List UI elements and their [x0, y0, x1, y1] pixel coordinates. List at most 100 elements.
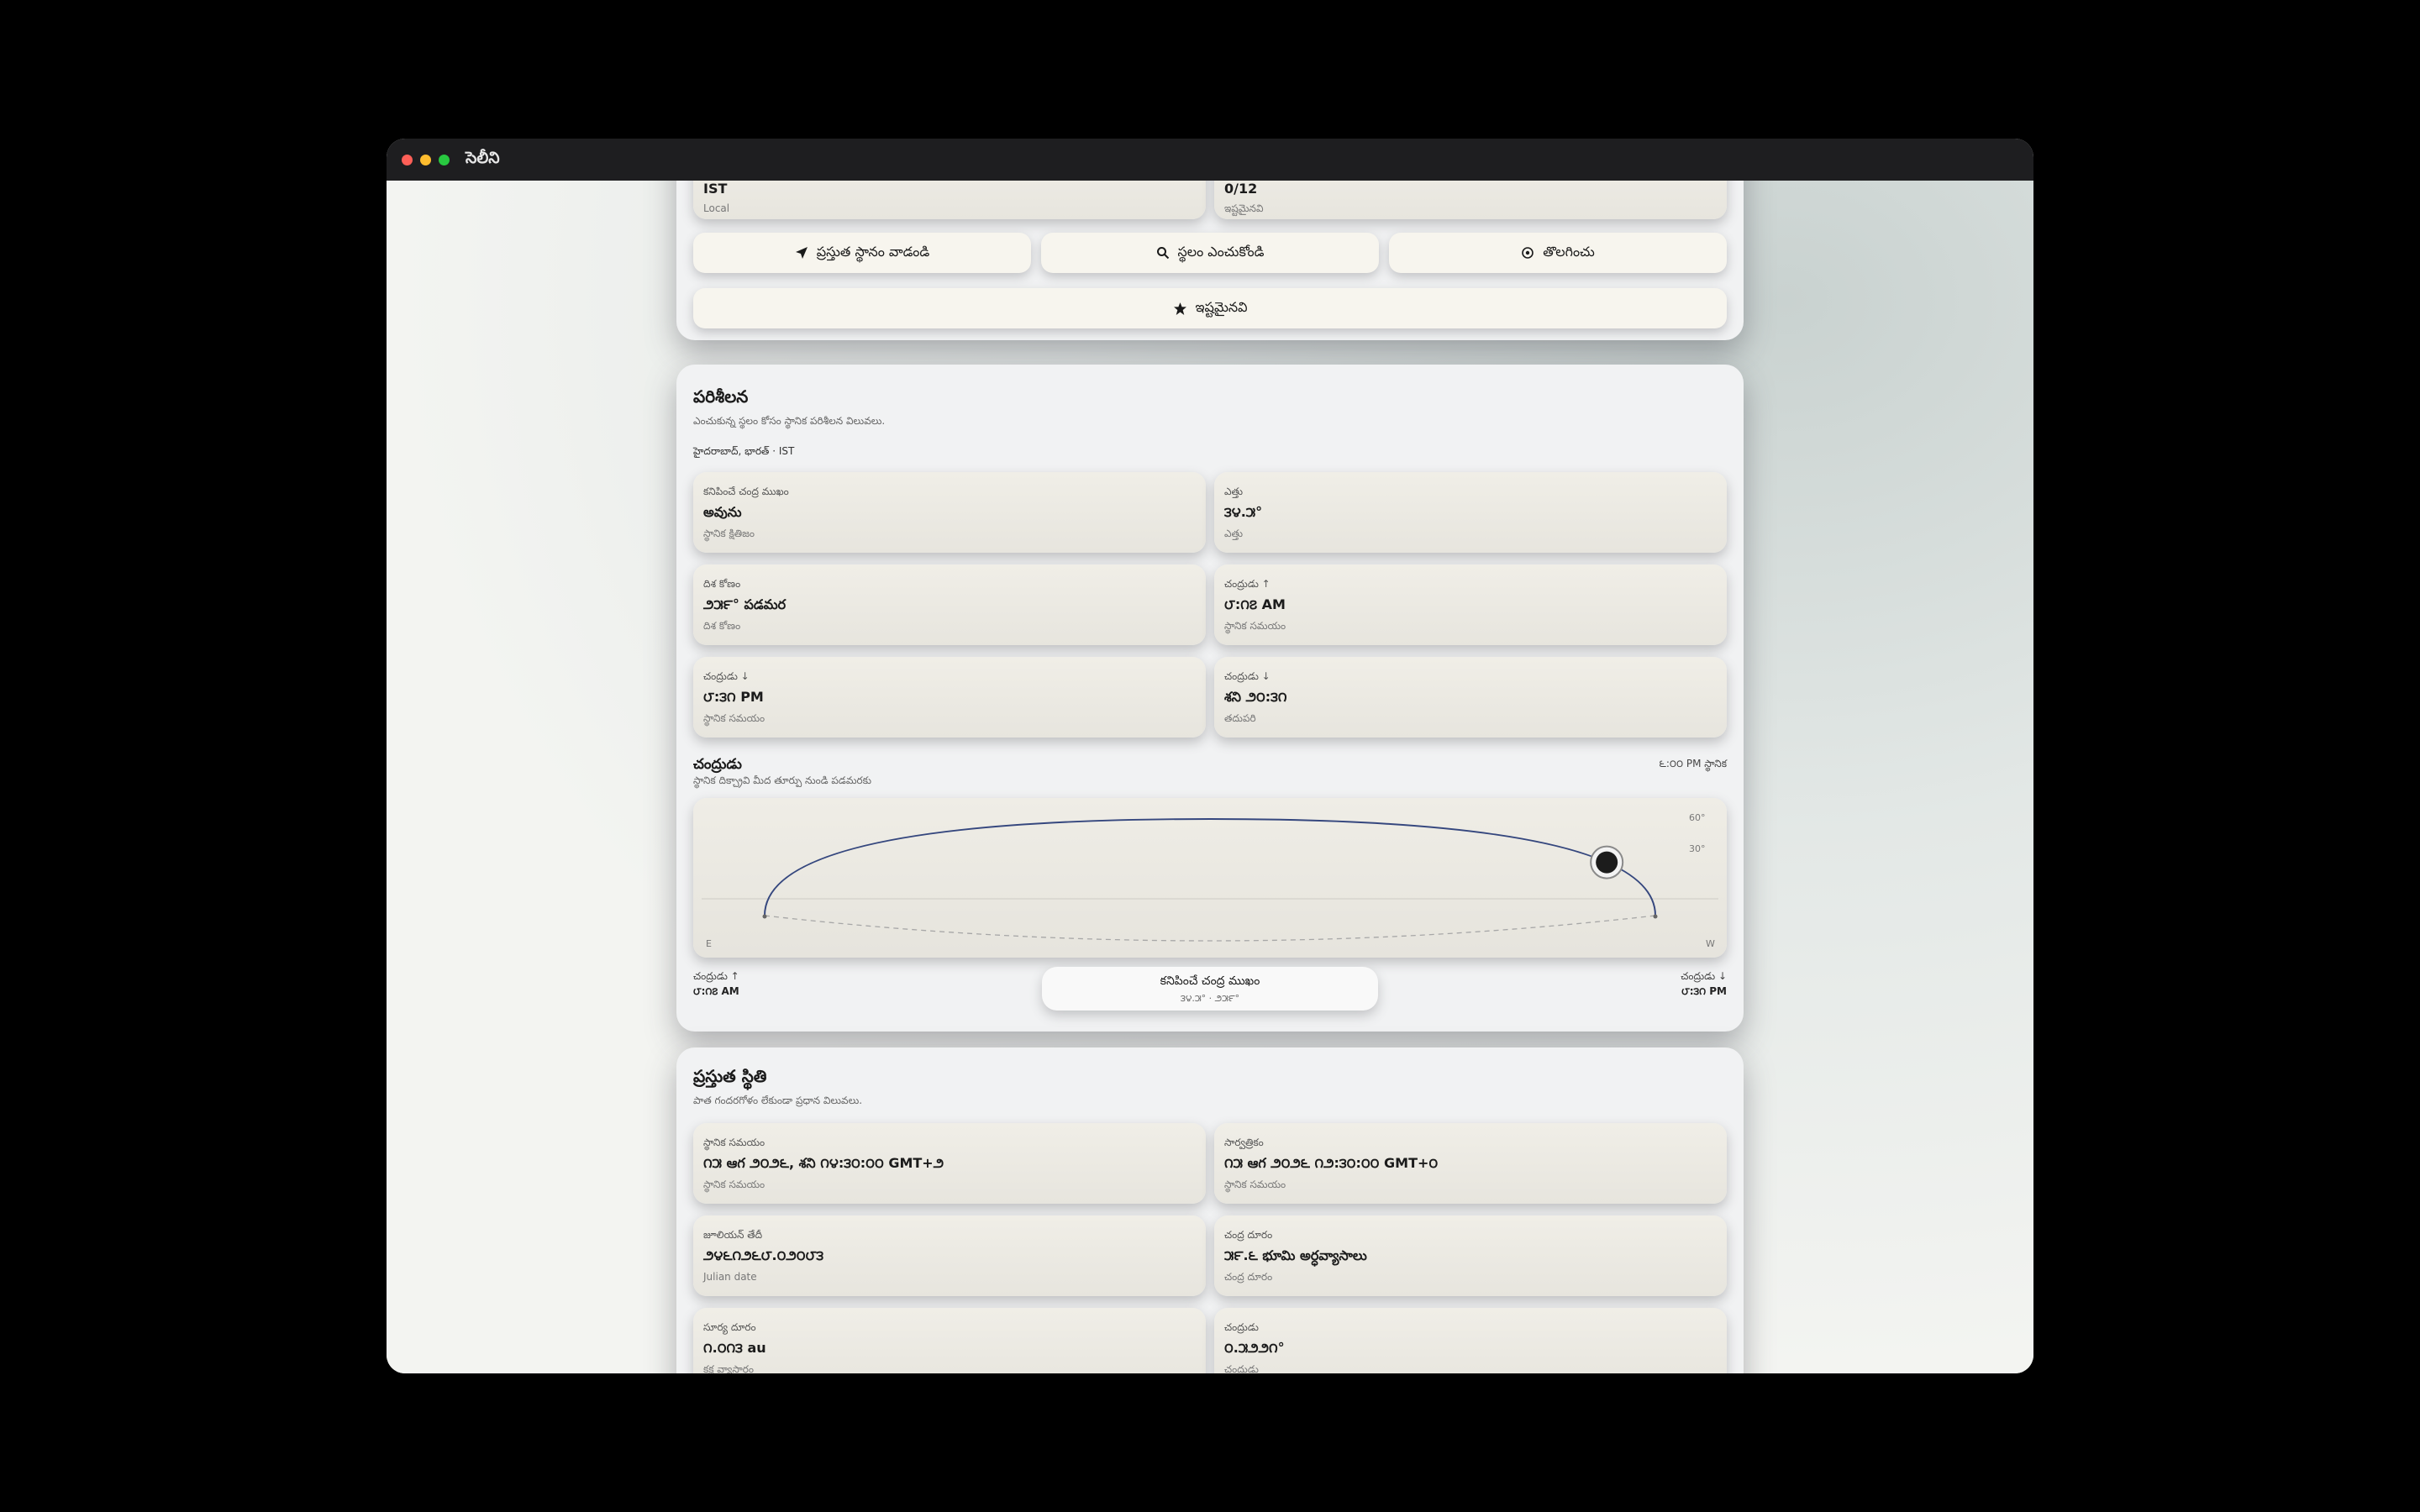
moon-path-arc	[764, 817, 1656, 916]
obs-card-value: శని ౨౦:౩౧	[1224, 689, 1287, 705]
pill-value: ౩౪.౫° · ౨౫౯°	[1180, 993, 1240, 1004]
favorites-label: ఇష్టమైనవి	[1195, 298, 1248, 315]
location-panel: IST Local 0/12 ఇష్టమైనవి ప్రస్తుత స్థానం…	[676, 181, 1744, 340]
search-icon	[1156, 247, 1169, 260]
current-subtitle: పాత గందరగోళం లేకుండా ప్రధాన విలువలు.	[693, 1095, 863, 1106]
status-card-universal: సార్వత్రికం ౧౫ ఆగ ౨౦౨౬ ౧౨:౩౦:౦౦ GMT+౦ స్…	[1214, 1123, 1727, 1204]
close-window-button[interactable]	[402, 154, 413, 165]
visible-phase-pill[interactable]: కనిపించే చంద్ర ముఖం ౩౪.౫° · ౨౫౯°	[1042, 967, 1378, 1011]
status-card-value: ౫౯.౬ భూమి అర్ధవ్యాసాలు	[1224, 1247, 1367, 1263]
timezone-sub: Local	[703, 202, 730, 214]
title-bar: సెలీని	[387, 139, 2033, 181]
moon-chart-time: ౬:౦౦ PM స్థానిక	[1659, 758, 1727, 769]
status-card-sub: స్థానిక సమయం	[1224, 1179, 1286, 1190]
use-current-location-button[interactable]: ప్రస్తుత స్థానం వాడండి	[693, 233, 1031, 273]
moon-chart-subtitle: స్థానిక దిక్చ్రావి మీద తూర్పు నుండి పడమర…	[693, 774, 872, 786]
obs-card-label: ఎత్తు	[1224, 486, 1244, 497]
minimize-window-button[interactable]	[420, 154, 431, 165]
rise-time: ౮:౧౭ AM	[693, 985, 739, 997]
window-title: సెలీని	[466, 148, 500, 167]
timezone-value: IST	[703, 181, 728, 197]
moon-chart-title: చంద్రుడు	[693, 756, 742, 773]
status-card-local-time: స్థానిక సమయం ౧౫ ఆగ ౨౦౨౬, శని ౧౪:౩౦:౦౦ GM…	[693, 1123, 1206, 1204]
status-card-sun-distance: సూర్య దూరం ౧.౦౧౩ au కక్ష వ్యాసార్థం	[693, 1308, 1206, 1373]
scroll-content[interactable]: IST Local 0/12 ఇష్టమైనవి ప్రస్తుత స్థానం…	[387, 181, 2033, 1373]
obs-card-next-moonset: చంద్రుడు ↓ శని ౨౦:౩౧ తదుపరి	[1214, 657, 1727, 738]
obs-card-label: చంద్రుడు ↑	[1224, 578, 1270, 590]
choose-location-button[interactable]: స్థలం ఎంచుకోండి	[1041, 233, 1379, 273]
moon-marker[interactable]	[1596, 851, 1618, 874]
status-card-sub: చంద్రుడు	[1224, 1363, 1259, 1373]
status-card-label: సార్వత్రికం	[1224, 1137, 1264, 1148]
observation-panel: పరిశీలన ఎంచుకున్న స్థలం కోసం స్థానిక పరి…	[676, 365, 1744, 1032]
status-card-value: ౧౫ ఆగ ౨౦౨౬ ౧౨:౩౦:౦౦ GMT+౦	[1224, 1155, 1439, 1171]
status-card-value: ౨౪౬౧౨౬౮.౦౨౦౮౩	[703, 1247, 824, 1263]
zoom-window-button[interactable]	[439, 154, 450, 165]
tick-30-label: 30°	[1689, 843, 1706, 854]
location-arrow-icon	[795, 247, 808, 259]
obs-card-value: ౨౫౯° పడమర	[703, 596, 786, 612]
status-card-value: ౧౫ ఆగ ౨౦౨౬, శని ౧౪:౩౦:౦౦ GMT+౨	[703, 1155, 944, 1171]
obs-card-value: ౮:౧౭ AM	[1224, 596, 1286, 612]
below-horizon-path	[764, 915, 1656, 942]
remove-label: తొలగించు	[1543, 243, 1595, 260]
rise-label: చంద్రుడు ↑	[693, 970, 739, 982]
status-card-moon: చంద్రుడు ౦.౫౨౨౧° చంద్రుడు	[1214, 1308, 1727, 1373]
east-label: E	[706, 938, 712, 949]
set-label: చంద్రుడు ↓	[1681, 970, 1727, 982]
timezone-card: IST Local	[693, 181, 1206, 219]
observation-location: హైదరాబాద్, భారత్ · IST	[693, 445, 795, 457]
favorites-count-card: 0/12 ఇష్టమైనవి	[1214, 181, 1727, 219]
obs-card-sub: స్థానిక క్షితిజం	[703, 528, 755, 539]
moon-path-svg: 60° 30° E W	[702, 812, 1718, 949]
remove-circle-icon	[1522, 247, 1534, 259]
pill-title: కనిపించే చంద్ర ముఖం	[1160, 974, 1260, 988]
set-point	[1653, 914, 1658, 919]
obs-card-sub: దిశ కోణం	[703, 620, 741, 632]
obs-card-moonset: చంద్రుడు ↓ ౮:౩౧ PM స్థానిక సమయం	[693, 657, 1206, 738]
status-card-label: జూలియన్ తేదీ	[703, 1229, 763, 1241]
use-current-location-label: ప్రస్తుత స్థానం వాడండి	[816, 243, 930, 260]
status-card-label: చంద్ర దూరం	[1224, 1229, 1273, 1241]
status-card-value: ౦.౫౨౨౧°	[1224, 1340, 1285, 1356]
set-time: ౮:౩౧ PM	[1681, 985, 1727, 997]
status-card-label: స్థానిక సమయం	[703, 1137, 765, 1148]
observation-subtitle: ఎంచుకున్న స్థలం కోసం స్థానిక పరిశీలన విల…	[693, 415, 886, 427]
status-card-label: చంద్రుడు	[1224, 1321, 1259, 1333]
moon-path-chart: 60° 30° E W	[693, 798, 1727, 958]
favorites-count-value: 0/12	[1224, 181, 1258, 197]
status-card-julian: జూలియన్ తేదీ ౨౪౬౧౨౬౮.౦౨౦౮౩ Julian date	[693, 1215, 1206, 1296]
rise-point	[762, 914, 767, 919]
obs-card-sub: తదుపరి	[1224, 712, 1256, 724]
current-status-panel: ప్రస్తుత స్థితి పాత గందరగోళం లేకుండా ప్ర…	[676, 1047, 1744, 1373]
west-label: W	[1706, 938, 1715, 949]
observation-title: పరిశీలన	[693, 386, 749, 407]
status-card-label: సూర్య దూరం	[703, 1321, 756, 1333]
tick-60-label: 60°	[1689, 812, 1706, 823]
favorites-button[interactable]: ఇష్టమైనవి	[693, 288, 1727, 328]
obs-card-label: చంద్రుడు ↓	[1224, 670, 1270, 682]
app-window: సెలీని IST Local 0/12 ఇష్టమైనవి ప్రస్తుత…	[387, 139, 2033, 1373]
status-card-sub: చంద్ర దూరం	[1224, 1271, 1273, 1283]
status-card-moon-distance: చంద్ర దూరం ౫౯.౬ భూమి అర్ధవ్యాసాలు చంద్ర …	[1214, 1215, 1727, 1296]
obs-card-value: అవును	[703, 504, 742, 520]
status-card-sub: కక్ష వ్యాసార్థం	[703, 1363, 754, 1373]
remove-button[interactable]: తొలగించు	[1389, 233, 1727, 273]
obs-card-value: ౮:౩౧ PM	[703, 689, 764, 705]
obs-card-label: దిశ కోణం	[703, 578, 741, 590]
obs-card-sub: స్థానిక సమయం	[703, 712, 765, 724]
obs-card-value: ౩౪.౫°	[1224, 504, 1263, 520]
star-icon	[1173, 302, 1186, 315]
obs-card-visible: కనిపించే చంద్ర ముఖం అవును స్థానిక క్షితి…	[693, 472, 1206, 553]
obs-card-label: కనిపించే చంద్ర ముఖం	[703, 486, 789, 497]
status-card-value: ౧.౦౧౩ au	[703, 1340, 766, 1356]
current-title: ప్రస్తుత స్థితి	[693, 1066, 767, 1086]
status-card-sub: Julian date	[703, 1271, 757, 1283]
obs-card-sub: ఎత్తు	[1224, 528, 1244, 539]
status-card-sub: స్థానిక సమయం	[703, 1179, 765, 1190]
obs-card-azimuth: దిశ కోణం ౨౫౯° పడమర దిశ కోణం	[693, 564, 1206, 645]
obs-card-label: చంద్రుడు ↓	[703, 670, 750, 682]
obs-card-moonrise: చంద్రుడు ↑ ౮:౧౭ AM స్థానిక సమయం	[1214, 564, 1727, 645]
obs-card-sub: స్థానిక సమయం	[1224, 620, 1286, 632]
obs-card-altitude: ఎత్తు ౩౪.౫° ఎత్తు	[1214, 472, 1727, 553]
